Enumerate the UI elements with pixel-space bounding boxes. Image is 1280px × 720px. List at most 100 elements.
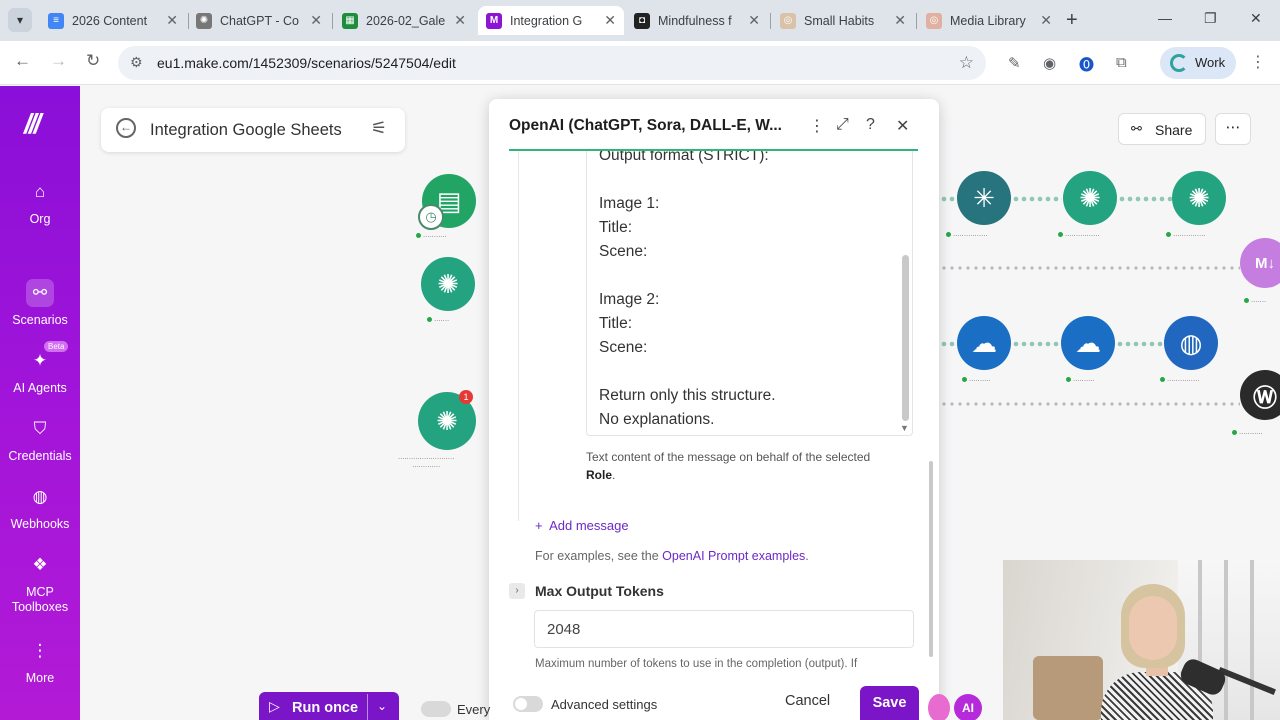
textarea-line: Scene:: [599, 339, 648, 356]
node-label: ················: [1058, 232, 1100, 239]
webcam-overlay: [1003, 560, 1280, 720]
node-label: ·························· ·············: [398, 455, 455, 470]
app-sidebar: /// ⌂ Org ⚯ Scenarios ✦ Beta AI Agents ⛉…: [0, 86, 80, 720]
advanced-settings-toggle[interactable]: [513, 696, 543, 712]
new-tab-button[interactable]: +: [1066, 9, 1078, 32]
share-button[interactable]: ⚯ Share: [1118, 113, 1206, 145]
message-content-textarea[interactable]: Output format (STRICT): Image 1: Title: …: [586, 151, 913, 436]
openai-node[interactable]: ✺: [1063, 171, 1117, 225]
run-once-label: Run once: [292, 700, 359, 716]
browser-menu-icon[interactable]: ⋮: [1250, 52, 1266, 72]
more-vertical-icon: ⋮: [31, 641, 49, 660]
tab-close-icon[interactable]: ✕: [454, 12, 466, 29]
restore-icon[interactable]: ❐: [1204, 10, 1217, 27]
browser-tab-bar: ▾ ≡ 2026 Content ✕ ✺ ChatGPT - Co ✕ ▦ 20…: [0, 0, 1280, 41]
site-settings-icon[interactable]: ⚙: [130, 54, 143, 71]
more-options-button[interactable]: ⋯: [1215, 113, 1251, 145]
browser-tab[interactable]: ◎ Media Library ✕: [918, 6, 1060, 35]
chevron-down-icon[interactable]: ⌄: [377, 699, 387, 713]
clock-trigger-icon[interactable]: ◷: [418, 204, 444, 230]
browser-tab[interactable]: ▦ 2026-02_Gale ✕: [334, 6, 474, 35]
pen-extension-icon[interactable]: ✎: [1008, 54, 1021, 72]
run-once-button[interactable]: ▷ Run once ⌄: [259, 692, 399, 720]
markdown-node[interactable]: M↓: [1240, 238, 1280, 288]
dialog-menu-icon[interactable]: ⋮: [809, 116, 825, 136]
max-output-tokens-label: Max Output Tokens: [535, 583, 664, 599]
close-window-icon[interactable]: ✕: [1250, 10, 1262, 27]
sidebar-item-scenarios[interactable]: ⚯ Scenarios: [0, 279, 80, 327]
cancel-button[interactable]: Cancel: [785, 693, 830, 709]
tab-close-icon[interactable]: ✕: [1040, 12, 1052, 29]
tab-search-button[interactable]: ▾: [8, 8, 32, 32]
cloudinary-node[interactable]: ☁: [1061, 316, 1115, 370]
textarea-line: Image 1:: [599, 195, 660, 212]
forward-arrow-icon[interactable]: →: [50, 51, 67, 71]
tab-close-icon[interactable]: ✕: [310, 12, 322, 29]
perplexity-node[interactable]: ✳: [957, 171, 1011, 225]
tab-close-icon[interactable]: ✕: [894, 12, 906, 29]
cloudinary-node[interactable]: ☁: [957, 316, 1011, 370]
ai-assistant-chip[interactable]: [928, 694, 950, 720]
sidebar-item-label: AI Agents: [13, 381, 67, 395]
password-extension-icon[interactable]: ⓿: [1079, 54, 1094, 75]
examples-help: For examples, see the OpenAI Prompt exam…: [535, 549, 809, 563]
browser-tab[interactable]: ✺ ChatGPT - Co ✕: [188, 6, 330, 35]
max-output-tokens-input[interactable]: 2048: [534, 610, 914, 648]
back-arrow-icon[interactable]: ←: [14, 51, 31, 71]
add-message-button[interactable]: + Add message: [535, 518, 629, 533]
browser-toolbar: ← → ↻ ⚙ eu1.make.com/1452309/scenarios/5…: [0, 41, 1280, 85]
reload-icon[interactable]: ↻: [86, 51, 100, 71]
textarea-line: No explanations.: [599, 411, 715, 428]
openai-node[interactable]: ✺: [421, 257, 475, 311]
scroll-down-arrow-icon[interactable]: ▼: [900, 423, 909, 433]
message-help-text: Text content of the message on behalf of…: [586, 450, 871, 482]
globe-icon: ◍: [32, 487, 48, 506]
make-logo[interactable]: ///: [24, 108, 41, 140]
save-button[interactable]: Save: [860, 686, 919, 720]
settings-sliders-icon[interactable]: ⚟: [371, 118, 387, 139]
minimize-icon[interactable]: —: [1158, 10, 1172, 26]
sidebar-item-label: Org: [29, 212, 51, 226]
bookmark-star-icon[interactable]: ☆: [959, 53, 974, 73]
expand-icon[interactable]: ⤢: [836, 116, 849, 134]
browser-tab[interactable]: ≡ 2026 Content ✕: [40, 6, 186, 35]
scenario-title[interactable]: Integration Google Sheets: [150, 121, 342, 140]
browser-tab[interactable]: ◘ Mindfulness f ✕: [626, 6, 768, 35]
tab-close-icon[interactable]: ✕: [604, 12, 616, 29]
field-expand-toggle-icon[interactable]: ›: [509, 583, 525, 599]
node-label: ···············: [1160, 377, 1199, 384]
sidebar-item-webhooks[interactable]: ◍ Webhooks: [0, 483, 80, 531]
openai-node[interactable]: ✺: [1172, 171, 1226, 225]
schedule-toggle[interactable]: [421, 701, 451, 717]
back-circle-icon[interactable]: ←: [116, 118, 136, 138]
sidebar-item-label: Credentials: [8, 449, 72, 463]
tab-label: 2026-02_Gale: [366, 13, 446, 28]
camera-extension-icon[interactable]: ◉: [1043, 54, 1056, 72]
tab-close-icon[interactable]: ✕: [748, 12, 760, 29]
tab-label: Mindfulness f: [658, 13, 732, 28]
textarea-scrollbar[interactable]: [902, 255, 909, 421]
sidebar-item-mcp-toolboxes[interactable]: ❖ MCP Toolboxes: [0, 551, 80, 615]
site-favicon-icon: ◎: [926, 12, 942, 29]
module-settings-dialog: OpenAI (ChatGPT, Sora, DALL-E, W... ⋮ ⤢ …: [489, 99, 939, 720]
tab-close-icon[interactable]: ✕: [166, 12, 178, 29]
sidebar-item-ai-agents[interactable]: ✦ Beta AI Agents: [0, 341, 80, 395]
http-download-node[interactable]: ◍: [1164, 316, 1218, 370]
address-bar[interactable]: ⚙ eu1.make.com/1452309/scenarios/5247504…: [118, 46, 986, 80]
profile-chip[interactable]: Work: [1160, 47, 1236, 79]
extensions-puzzle-icon[interactable]: ⧉: [1116, 54, 1127, 71]
ai-assistant-button[interactable]: AI: [954, 694, 982, 720]
openai-examples-link[interactable]: OpenAI Prompt examples: [662, 549, 805, 563]
dialog-scrollbar[interactable]: [929, 461, 933, 657]
help-icon[interactable]: ?: [866, 116, 875, 134]
profile-avatar-icon: [1170, 54, 1188, 72]
wordpress-node[interactable]: Ⓦ: [1240, 370, 1280, 420]
close-icon[interactable]: ✕: [896, 116, 909, 136]
dialog-title: OpenAI (ChatGPT, Sora, DALL-E, W...: [509, 117, 782, 134]
sidebar-item-credentials[interactable]: ⛉ Credentials: [0, 415, 80, 463]
node-label: ·······: [1244, 298, 1266, 305]
sidebar-item-more[interactable]: ⋮ More: [0, 637, 80, 685]
browser-tab[interactable]: ◎ Small Habits ✕: [772, 6, 914, 35]
sidebar-item-org[interactable]: ⌂ Org: [0, 178, 80, 226]
browser-tab-active[interactable]: M Integration G ✕: [478, 6, 624, 35]
